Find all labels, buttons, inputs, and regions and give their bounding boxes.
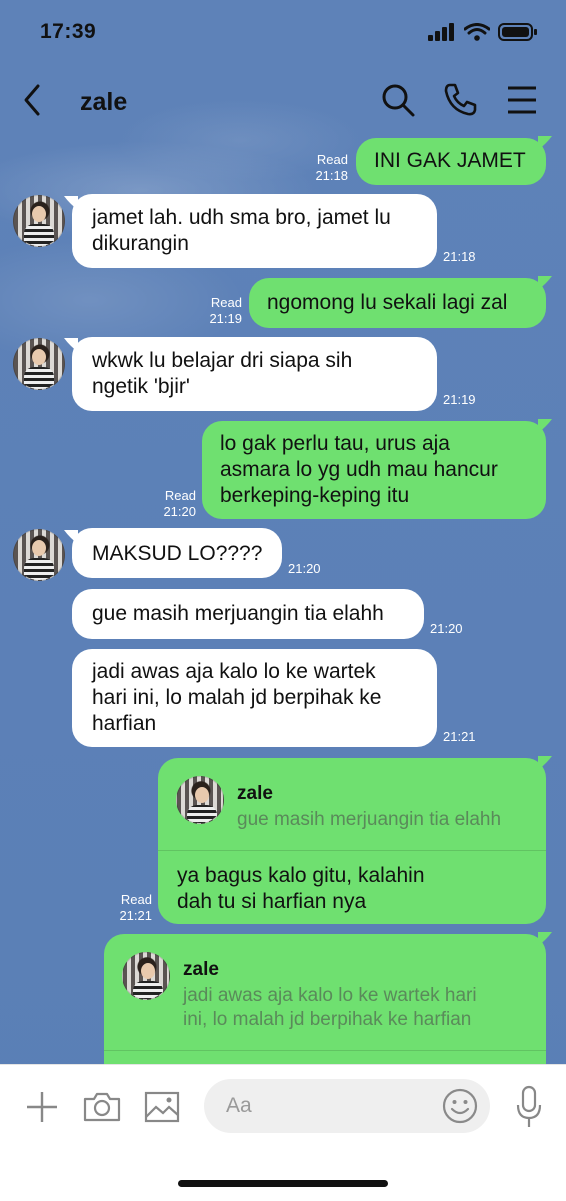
reply-sender: zale [183,959,219,980]
bubble-tail [538,136,552,150]
chat-title: zale [80,88,128,116]
mic-icon[interactable] [515,1085,543,1129]
wifi-icon [464,23,490,41]
incoming-message[interactable]: MAKSUD LO???? [72,528,282,578]
battery-icon [498,23,537,41]
bubble-tail [538,932,552,946]
reply-quote: jadi awas aja kalo lo ke wartek hari ini,… [183,985,477,1030]
outgoing-message[interactable]: ngomong lu sekali lagi zal [249,278,546,328]
bubble-tail [538,419,552,433]
status-bar: 17:39 [0,0,566,62]
back-icon[interactable] [18,82,48,118]
camera-icon[interactable] [82,1089,122,1125]
message-read-status: Read 21:19 [209,295,242,326]
outgoing-reply-message[interactable]: zale jadi awas aja kalo lo ke wartek har… [104,934,546,1084]
incoming-message[interactable]: jadi awas aja kalo lo ke wartek hari ini,… [72,649,437,747]
message-time: 21:20 [430,621,463,636]
chat-header: zale [0,70,566,132]
message-time: 21:21 [443,729,476,744]
reply-avatar [122,952,170,1000]
message-read-status: Read 21:18 [315,152,348,183]
avatar[interactable] [13,338,65,390]
image-icon[interactable] [143,1089,181,1125]
avatar[interactable] [13,529,65,581]
outgoing-reply-message[interactable]: zale gue masih merjuangin tia elahh ya b… [158,758,546,924]
bubble-tail [538,756,552,770]
emoji-icon[interactable] [442,1088,478,1124]
reply-avatar [176,776,224,824]
plus-icon[interactable] [24,1089,60,1125]
outgoing-message[interactable]: INI GAK JAMET [356,138,546,185]
reply-divider [104,1050,546,1051]
incoming-message[interactable]: jamet lah. udh sma bro, jamet lu dikurang… [72,194,437,268]
status-time: 17:39 [40,20,97,43]
reply-quote: gue masih merjuangin tia elahh [237,809,502,830]
reply-divider [158,850,546,851]
search-icon[interactable] [380,82,416,118]
phone-icon[interactable] [442,82,478,118]
incoming-message[interactable]: gue masih merjuangin tia elahh [72,589,424,639]
reply-sender: zale [237,783,273,804]
message-read-status: Read 21:21 [119,892,152,923]
input-placeholder: Aa [226,1094,252,1117]
menu-icon[interactable] [504,82,540,118]
outgoing-message[interactable]: lo gak perlu tau, urus aja asmara lo yg u… [202,421,546,519]
status-icons [428,22,538,42]
incoming-message[interactable]: wkwk lu belajar dri siapa sih ngetik 'bji… [72,337,437,411]
signal-icon [428,23,454,41]
message-time: 21:18 [443,249,476,264]
message-text: ya bagus kalo gitu, kalahin dah tu si har… [177,864,425,913]
bubble-tail [538,276,552,290]
message-time: 21:19 [443,392,476,407]
avatar[interactable] [13,195,65,247]
message-time: 21:20 [288,561,321,576]
message-input[interactable]: Aa [204,1079,490,1133]
home-indicator [178,1180,388,1187]
message-read-status: Read 21:20 [163,488,196,519]
